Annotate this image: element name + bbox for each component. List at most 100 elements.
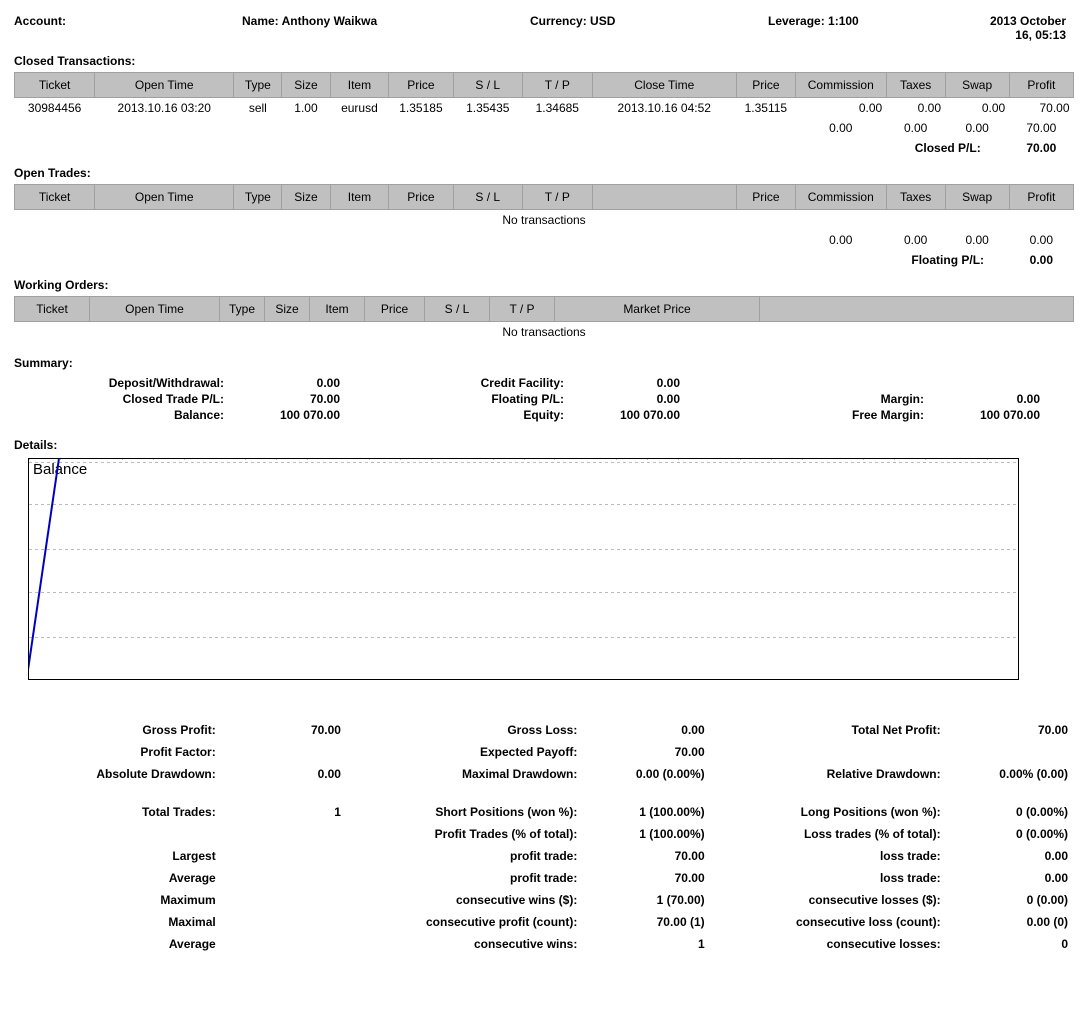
col-swap: Swap	[945, 185, 1009, 210]
working-no-transactions: No transactions	[15, 322, 1074, 343]
closed-pl-row: Closed P/L: 70.00	[15, 138, 1074, 158]
closed-transactions-table: Ticket Open Time Type Size Item Price S …	[14, 72, 1074, 158]
name-value: Anthony Waikwa	[282, 14, 378, 28]
col-ticket: Ticket	[15, 297, 90, 322]
largest-profit-value: 70.00	[583, 846, 708, 866]
col-sl: S / L	[425, 297, 490, 322]
col-type: Type	[234, 73, 282, 98]
cell-open-time: 2013.10.16 03:20	[95, 98, 234, 119]
col-price1: Price	[389, 73, 453, 98]
abs-dd-value: 0.00	[222, 764, 345, 784]
gross-loss-label: Gross Loss:	[376, 720, 581, 740]
col-ticket: Ticket	[15, 73, 95, 98]
floating-pl-value: 0.00	[1009, 250, 1073, 270]
total-trades-label: Total Trades:	[16, 802, 220, 822]
margin-label: Margin:	[714, 392, 930, 406]
largest-label: Largest	[16, 846, 220, 866]
max-cons-profit-label: consecutive profit (count):	[376, 912, 581, 932]
col-ticket: Ticket	[15, 185, 95, 210]
largest-profit-label: profit trade:	[376, 846, 581, 866]
open-totals-taxes: 0.00	[886, 230, 945, 250]
total-net-value: 70.00	[947, 720, 1072, 740]
col-size: Size	[265, 297, 310, 322]
maximum-label: Maximum	[16, 890, 220, 910]
closed-pl-label: Closed P/L:	[886, 138, 1009, 158]
col-commission: Commission	[795, 73, 886, 98]
leverage-label: Leverage:	[768, 14, 828, 28]
closed-trade-pl-label: Closed Trade P/L:	[14, 392, 230, 406]
currency-value: USD	[590, 14, 615, 28]
max-cons-wins-value: 1 (70.00)	[583, 890, 708, 910]
avg-loss-value: 0.00	[947, 868, 1072, 888]
avg-cons-wins-label: consecutive wins:	[376, 934, 581, 954]
closed-pl-value: 70.00	[1009, 138, 1073, 158]
average2-label: Average	[16, 934, 220, 954]
long-pos-value: 0 (0.00%)	[947, 802, 1072, 822]
col-taxes: Taxes	[886, 185, 945, 210]
cell-taxes: 0.00	[886, 98, 945, 119]
cell-close-price: 1.35115	[736, 98, 795, 119]
col-tp: T / P	[523, 73, 593, 98]
long-pos-label: Long Positions (won %):	[740, 802, 945, 822]
table-row: 30984456 2013.10.16 03:20 sell 1.00 euru…	[15, 98, 1074, 119]
total-net-label: Total Net Profit:	[740, 720, 945, 740]
closed-totals-row: 0.00 0.00 0.00 70.00	[15, 118, 1074, 138]
col-tp: T / P	[523, 185, 593, 210]
chart-title: Balance	[33, 461, 87, 478]
closed-trade-pl-value: 70.00	[230, 392, 340, 406]
col-price1: Price	[389, 185, 453, 210]
cell-close-time: 2013.10.16 04:52	[592, 98, 736, 119]
col-sl: S / L	[453, 185, 523, 210]
cell-tp: 1.34685	[523, 98, 593, 119]
loss-trades-value: 0 (0.00%)	[947, 824, 1072, 844]
col-swap: Swap	[945, 73, 1009, 98]
cell-size: 1.00	[282, 98, 330, 119]
col-tp: T / P	[490, 297, 555, 322]
profit-trades-value: 1 (100.00%)	[583, 824, 708, 844]
col-type: Type	[234, 185, 282, 210]
max-cons-profit-value: 70.00 (1)	[583, 912, 708, 932]
max-cons-losses-value: 0 (0.00)	[947, 890, 1072, 910]
avg-cons-wins-value: 1	[583, 934, 708, 954]
profit-trades-label: Profit Trades (% of total):	[376, 824, 581, 844]
max-cons-wins-label: consecutive wins ($):	[376, 890, 581, 910]
largest-loss-label: loss trade:	[740, 846, 945, 866]
open-totals-profit: 0.00	[1009, 230, 1073, 250]
col-item: Item	[310, 297, 365, 322]
credit-value: 0.00	[570, 376, 680, 390]
closed-transactions-title: Closed Transactions:	[14, 54, 1074, 68]
free-margin-value: 100 070.00	[930, 408, 1040, 422]
totals-taxes: 0.00	[886, 118, 945, 138]
closed-header-row: Ticket Open Time Type Size Item Price S …	[15, 73, 1074, 98]
col-commission: Commission	[795, 185, 886, 210]
col-price2: Price	[736, 73, 795, 98]
max-cons-loss-label: consecutive loss (count):	[740, 912, 945, 932]
account-header: Account: Name: Anthony Waikwa Currency: …	[14, 10, 1074, 46]
col-profit: Profit	[1009, 185, 1073, 210]
profit-factor-value	[222, 742, 345, 762]
cell-item: eurusd	[330, 98, 389, 119]
summary-block: Deposit/Withdrawal:0.00 Credit Facility:…	[14, 376, 1074, 422]
col-price: Price	[365, 297, 425, 322]
max-dd-label: Maximal Drawdown:	[376, 764, 581, 784]
open-no-transactions: No transactions	[15, 210, 1074, 231]
col-open-time: Open Time	[95, 73, 234, 98]
abs-dd-label: Absolute Drawdown:	[16, 764, 220, 784]
open-header-row: Ticket Open Time Type Size Item Price S …	[15, 185, 1074, 210]
equity-value: 100 070.00	[570, 408, 680, 422]
cell-type: sell	[234, 98, 282, 119]
balance-chart: Balance 99997100011100026100040100055100…	[14, 458, 1074, 708]
account-label: Account:	[14, 14, 234, 42]
gross-profit-value: 70.00	[222, 720, 345, 740]
floating-pl-label: Floating P/L:	[886, 250, 1009, 270]
floating-pl-value2: 0.00	[570, 392, 680, 406]
col-item: Item	[330, 185, 389, 210]
stats-table: Gross Profit: 70.00 Gross Loss: 0.00 Tot…	[14, 718, 1074, 956]
col-blank	[760, 297, 1074, 322]
working-header-row: Ticket Open Time Type Size Item Price S …	[15, 297, 1074, 322]
margin-value: 0.00	[930, 392, 1040, 406]
col-open-time: Open Time	[90, 297, 220, 322]
short-pos-label: Short Positions (won %):	[376, 802, 581, 822]
max-dd-value: 0.00 (0.00%)	[583, 764, 708, 784]
cell-swap: 0.00	[945, 98, 1009, 119]
